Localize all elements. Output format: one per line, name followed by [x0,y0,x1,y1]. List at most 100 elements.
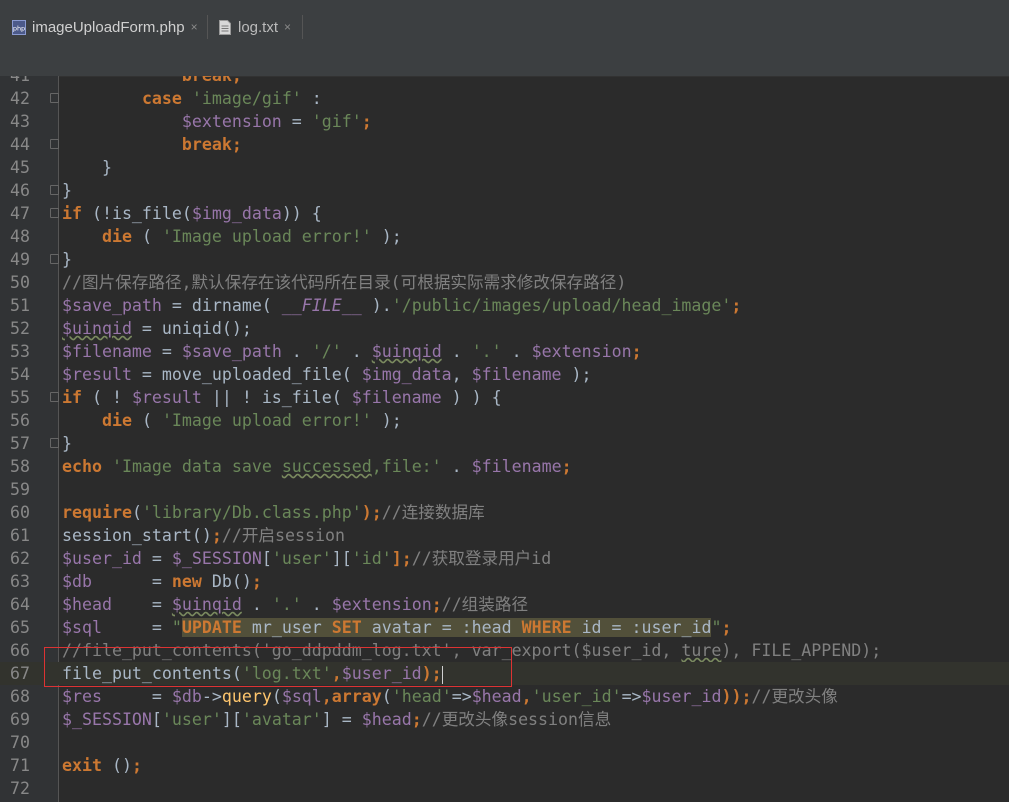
close-tab-icon[interactable]: × [191,20,198,34]
line-number: 46 [10,181,30,200]
code-line[interactable]: 45 } [0,156,1009,179]
code-token: $db [171,687,202,706]
code-editor[interactable]: 41 break;42 case 'image/gif' :43 $extens… [0,76,1009,802]
line-number: 42 [10,89,30,108]
code-token: //连接数据库 [381,503,485,522]
line-number: 67 [10,664,30,683]
code-line[interactable]: 53 $filename = $save_path . '/' . $uinqid… [0,340,1009,363]
code-line[interactable]: 69 $_SESSION['user']['avatar'] = $head;//… [0,708,1009,731]
code-line[interactable]: 41 break; [0,76,1009,87]
code-token: ) ) { [441,388,502,407]
code-token: ; [731,296,742,315]
code-line[interactable]: 42 case 'image/gif' : [0,87,1009,110]
code-token: || ! is_file( [201,388,352,407]
code-line[interactable]: 59 [0,478,1009,501]
code-line[interactable]: 60 require('library/Db.class.php');//连接数据… [0,501,1009,524]
code-line[interactable]: 44 break; [0,133,1009,156]
code-token: $filename [471,365,562,384]
code-line[interactable]: 50 //图片保存路径,默认保存在该代码所在目录(可根据实际需求修改保存路径) [0,271,1009,294]
code-token: ; [431,595,442,614]
code-token: if [62,204,82,223]
fold-marker-icon[interactable] [50,93,59,103]
code-text: if ( ! $result || ! is_file( $filename )… [62,386,502,409]
code-line[interactable]: 70 [0,731,1009,754]
line-number: 69 [10,710,30,729]
code-token: $save_path [62,296,162,315]
code-token: = [111,595,172,614]
code-token: . [281,342,312,361]
code-token: [ [261,549,272,568]
code-line[interactable]: 47 if (!is_file($img_data)) { [0,202,1009,225]
fold-marker-icon[interactable] [50,438,59,448]
code-text: require('library/Db.class.php');//连接数据库 [62,501,485,524]
code-line[interactable]: 62 $user_id = $_SESSION['user']['id'];//获… [0,547,1009,570]
close-tab-icon[interactable]: × [284,20,291,34]
code-token: . [441,342,472,361]
code-line[interactable]: 43 $extension = 'gif'; [0,110,1009,133]
code-token: ; [361,112,372,131]
code-line[interactable]: 57} [0,432,1009,455]
code-token: query [221,687,272,706]
code-token: $sql [281,687,322,706]
line-number: 59 [10,480,30,499]
code-line[interactable]: 52 $uinqid = uniqid(); [0,317,1009,340]
line-number: 56 [10,411,30,430]
code-line[interactable]: 48 die ( 'Image upload error!' ); [0,225,1009,248]
svg-text:php: php [13,24,25,32]
code-line[interactable]: 58 echo 'Image data save successed,file:'… [0,455,1009,478]
code-token: = [281,112,312,131]
code-text: exit (); [62,754,142,777]
code-token: //图片保存路径,默认保存在该代码所在目录(可根据实际需求修改保存路径) [62,273,627,292]
line-number: 68 [10,687,30,706]
code-token: } [62,181,72,200]
code-line[interactable]: 64 $head = $uinqid . '.' . $extension;//组… [0,593,1009,616]
fold-marker-icon[interactable] [50,254,59,264]
code-token: = uniqid(); [131,319,252,338]
code-token: ; [211,526,222,545]
code-line[interactable]: 56 die ( 'Image upload error!' ); [0,409,1009,432]
code-token: ]; [391,549,412,568]
code-token: () [101,756,132,775]
code-text: die ( 'Image upload error!' ); [62,409,402,432]
code-line[interactable]: 68 $res = $db->query($sql,array('head'=>$… [0,685,1009,708]
code-text: //图片保存路径,默认保存在该代码所在目录(可根据实际需求修改保存路径) [62,271,626,294]
code-line[interactable]: 49} [0,248,1009,271]
code-token: , [451,365,472,384]
code-token: new [171,572,202,591]
code-token: 'id' [351,549,392,568]
fold-marker-icon[interactable] [50,185,59,195]
code-line[interactable]: 65 $sql = "UPDATE mr_user SET avatar = :h… [0,616,1009,639]
code-line[interactable]: 54 $result = move_uploaded_file( $img_dat… [0,363,1009,386]
code-line[interactable]: 55 if ( ! $result || ! is_file( $filename… [0,386,1009,409]
code-line[interactable]: 61 session_start();//开启session [0,524,1009,547]
fold-marker-icon[interactable] [50,208,59,218]
code-token: session_start() [62,526,212,545]
code-line[interactable]: 63 $db = new Db(); [0,570,1009,593]
fold-marker-icon[interactable] [50,392,59,402]
tab-log-txt[interactable]: log.txt × [218,13,291,41]
code-text: $save_path = dirname( __FILE__ ).'/publi… [62,294,741,317]
code-token: $db [62,572,92,591]
code-line[interactable]: 71 exit (); [0,754,1009,777]
code-line[interactable]: 72 [0,777,1009,800]
code-token: $user_id [62,549,142,568]
fold-marker-icon[interactable] [50,139,59,149]
code-token: ); [371,411,402,430]
line-number: 48 [10,227,30,246]
breadcrumb-strip [0,42,1009,77]
code-line[interactable]: 46} [0,179,1009,202]
code-token: array [331,687,382,706]
code-text: $res = $db->query($sql,array('head'=>$he… [62,685,838,708]
code-token: $filename [62,342,152,361]
line-number: 60 [10,503,30,522]
code-token: $uinqid [371,342,442,361]
code-line[interactable]: 51 $save_path = dirname( __FILE__ ).'/pub… [0,294,1009,317]
code-text: } [62,179,72,202]
code-token: " [171,618,182,637]
code-token: '.' [271,595,302,614]
tab-imageuploadform-php[interactable]: php imageUploadForm.php × [12,13,198,41]
code-text: $head = $uinqid . '.' . $extension;//组装路… [62,593,528,616]
code-token: $uinqid [62,319,132,338]
